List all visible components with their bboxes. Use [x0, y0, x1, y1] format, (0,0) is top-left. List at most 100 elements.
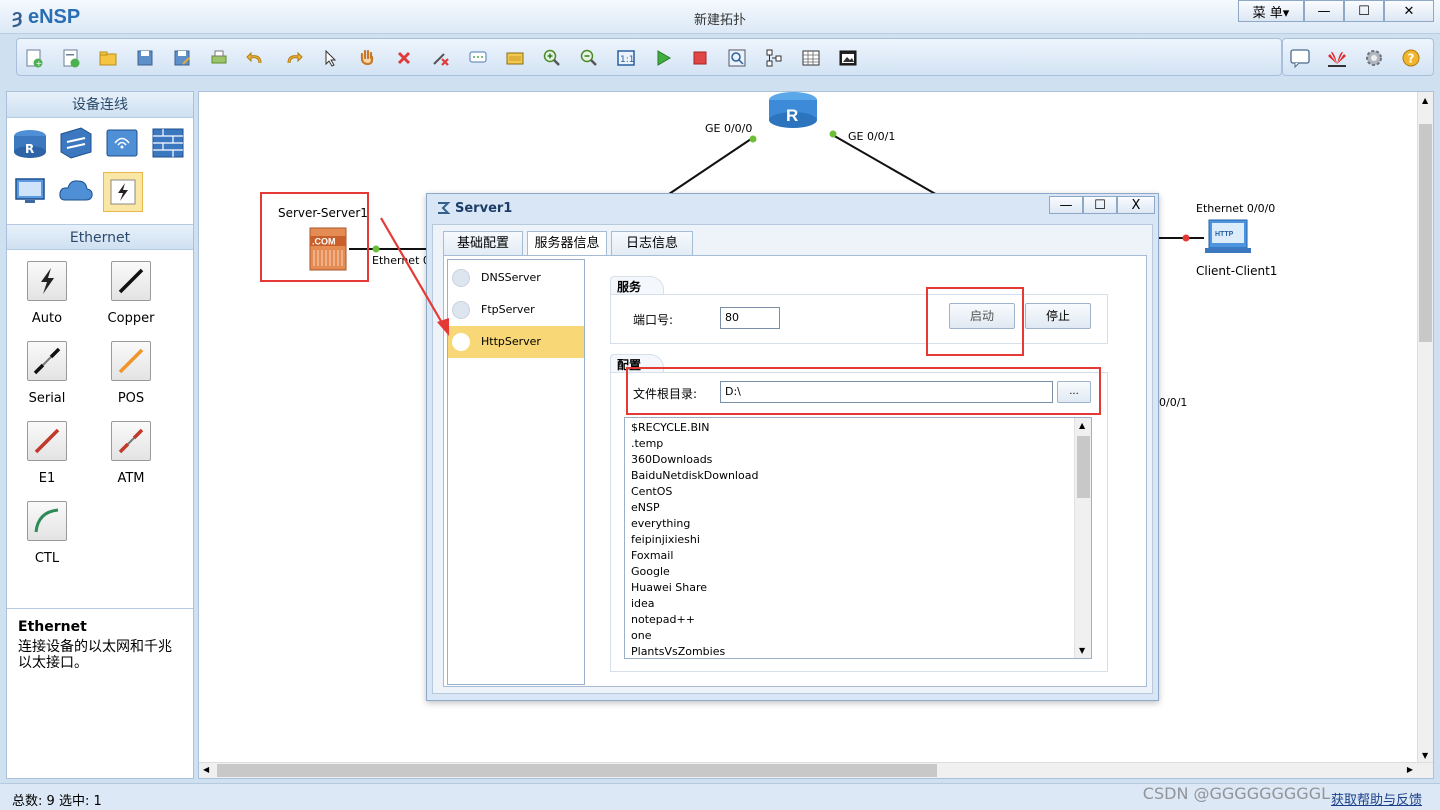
stop-icon[interactable]	[689, 47, 711, 69]
status-bar: 总数: 9 选中: 1 CSDN @GGGGGGGGGL 获取帮助与反馈	[0, 783, 1440, 810]
save-as-icon[interactable]	[171, 47, 193, 69]
file-list-item[interactable]: feipinjixieshi	[631, 532, 700, 548]
annotation-box-server	[260, 192, 369, 282]
canvas-vertical-scrollbar[interactable]: ▲ ▼	[1417, 92, 1433, 764]
file-list-item[interactable]: everything	[631, 516, 690, 532]
scroll-right-arrow-icon[interactable]: ▶	[1407, 765, 1413, 774]
settings-icon[interactable]	[1363, 47, 1385, 69]
cable-serial[interactable]	[27, 341, 67, 381]
svg-text:+: +	[36, 59, 43, 68]
client-http-icon[interactable]: HTTP	[1203, 216, 1253, 260]
new-topology-icon[interactable]: +	[23, 47, 45, 69]
file-list-item[interactable]: CentOS	[631, 484, 672, 500]
device-panel-header: 设备连线	[7, 92, 193, 118]
file-list-item[interactable]: Huawei Share	[631, 580, 707, 596]
cable-copper[interactable]	[111, 261, 151, 301]
file-list-item[interactable]: notepad++	[631, 612, 695, 628]
switch-icon[interactable]	[57, 124, 95, 162]
help-icon[interactable]: ?	[1400, 47, 1422, 69]
undo-icon[interactable]	[245, 47, 267, 69]
file-list-item[interactable]: PlantsVsZombies	[631, 644, 725, 660]
text-icon[interactable]	[467, 47, 489, 69]
cable-e1-label: E1	[38, 471, 56, 486]
grid-icon[interactable]	[800, 47, 822, 69]
router-r-icon[interactable]: R	[766, 90, 820, 132]
select-icon[interactable]	[319, 47, 341, 69]
menu-button[interactable]: 菜 单▾	[1238, 0, 1304, 22]
new-example-icon[interactable]	[60, 47, 82, 69]
save-icon[interactable]	[134, 47, 156, 69]
router-icon[interactable]: R	[11, 124, 49, 162]
cable-ctl[interactable]	[27, 501, 67, 541]
file-list-item[interactable]: BaiduNetdiskDownload	[631, 468, 758, 484]
help-feedback-link[interactable]: 获取帮助与反馈	[1331, 789, 1422, 808]
capture-icon[interactable]	[726, 47, 748, 69]
dialog-close-button[interactable]: X	[1117, 196, 1155, 214]
annotation-arrow-icon	[380, 217, 449, 336]
canvas-horizontal-scrollbar[interactable]: ◀ ▶	[199, 762, 1433, 778]
topology-icon[interactable]	[763, 47, 785, 69]
print-icon[interactable]	[208, 47, 230, 69]
pc-icon[interactable]	[11, 172, 49, 210]
connector-icon[interactable]	[103, 172, 143, 212]
port-input[interactable]: 80	[720, 307, 780, 329]
huawei-logo-icon[interactable]	[1326, 47, 1348, 69]
file-list-item[interactable]: eNSP	[631, 500, 660, 516]
zoom-in-icon[interactable]	[541, 47, 563, 69]
dialog-body: 基础配置 服务器信息 日志信息 DNSServer FtpServer Http…	[432, 224, 1153, 694]
file-list-item[interactable]: $RECYCLE.BIN	[631, 420, 709, 436]
cable-e1[interactable]	[27, 421, 67, 461]
tab-log-info[interactable]: 日志信息	[611, 231, 693, 256]
scroll-up-arrow-icon[interactable]: ▲	[1422, 96, 1428, 105]
svg-text:HTTP: HTTP	[1215, 231, 1234, 238]
device-panel: 设备连线 R Ethernet Auto Copper Serial POS E…	[6, 91, 194, 779]
fit-icon[interactable]: 1:1	[615, 47, 637, 69]
zoom-out-icon[interactable]	[578, 47, 600, 69]
file-list-item[interactable]: Foxmail	[631, 548, 673, 564]
snapshot-icon[interactable]	[837, 47, 859, 69]
delete-link-icon[interactable]	[430, 47, 452, 69]
file-list-scrollbar[interactable]: ▲ ▼	[1074, 418, 1091, 658]
port-label: 端口号:	[633, 313, 674, 327]
scroll-left-arrow-icon[interactable]: ◀	[203, 765, 209, 774]
file-list-item[interactable]: .temp	[631, 436, 663, 452]
tab-server-info[interactable]: 服务器信息	[527, 231, 607, 257]
palette-icon[interactable]	[504, 47, 526, 69]
file-list-item[interactable]: idea	[631, 596, 655, 612]
service-group-title: 服务	[610, 276, 665, 296]
main-toolbar: + 1:1	[16, 38, 1282, 76]
redo-icon[interactable]	[282, 47, 304, 69]
scroll-thumb[interactable]	[1419, 124, 1432, 342]
stop-button[interactable]: 停止	[1025, 303, 1091, 329]
minimize-button[interactable]: —	[1304, 0, 1344, 22]
cable-auto[interactable]	[27, 261, 67, 301]
scroll-thumb[interactable]	[1077, 436, 1090, 498]
link-router-left	[668, 136, 755, 195]
firewall-icon[interactable]	[149, 124, 187, 162]
start-icon[interactable]	[652, 47, 674, 69]
server-info-panel: DNSServer FtpServer HttpServer 服务 端口号: 8…	[443, 255, 1147, 687]
dialog-maximize-button[interactable]: ☐	[1083, 196, 1117, 214]
cable-atm-label: ATM	[117, 471, 145, 486]
cloud-icon[interactable]	[57, 172, 95, 210]
cable-atm[interactable]	[111, 421, 151, 461]
chat-icon[interactable]	[1289, 47, 1311, 69]
dialog-minimize-button[interactable]: —	[1049, 196, 1083, 214]
link-router-right	[830, 133, 940, 197]
wireless-icon[interactable]	[103, 124, 141, 162]
maximize-button[interactable]: ☐	[1344, 0, 1384, 22]
pan-icon[interactable]	[356, 47, 378, 69]
file-list-item[interactable]: one	[631, 628, 651, 644]
open-icon[interactable]	[97, 47, 119, 69]
file-list-item[interactable]: 360Downloads	[631, 452, 712, 468]
cable-pos[interactable]	[111, 341, 151, 381]
scroll-thumb[interactable]	[217, 764, 937, 777]
scroll-up-arrow-icon[interactable]: ▲	[1079, 421, 1085, 430]
service-group: 端口号: 80 启动 停止	[610, 294, 1108, 344]
scroll-down-arrow-icon[interactable]: ▼	[1422, 751, 1428, 760]
scroll-down-arrow-icon[interactable]: ▼	[1079, 646, 1085, 655]
close-button[interactable]: ✕	[1384, 0, 1434, 22]
file-list[interactable]: $RECYCLE.BIN .temp 360Downloads BaiduNetdis…	[624, 417, 1092, 659]
delete-icon[interactable]	[393, 47, 415, 69]
file-list-item[interactable]: Google	[631, 564, 670, 580]
